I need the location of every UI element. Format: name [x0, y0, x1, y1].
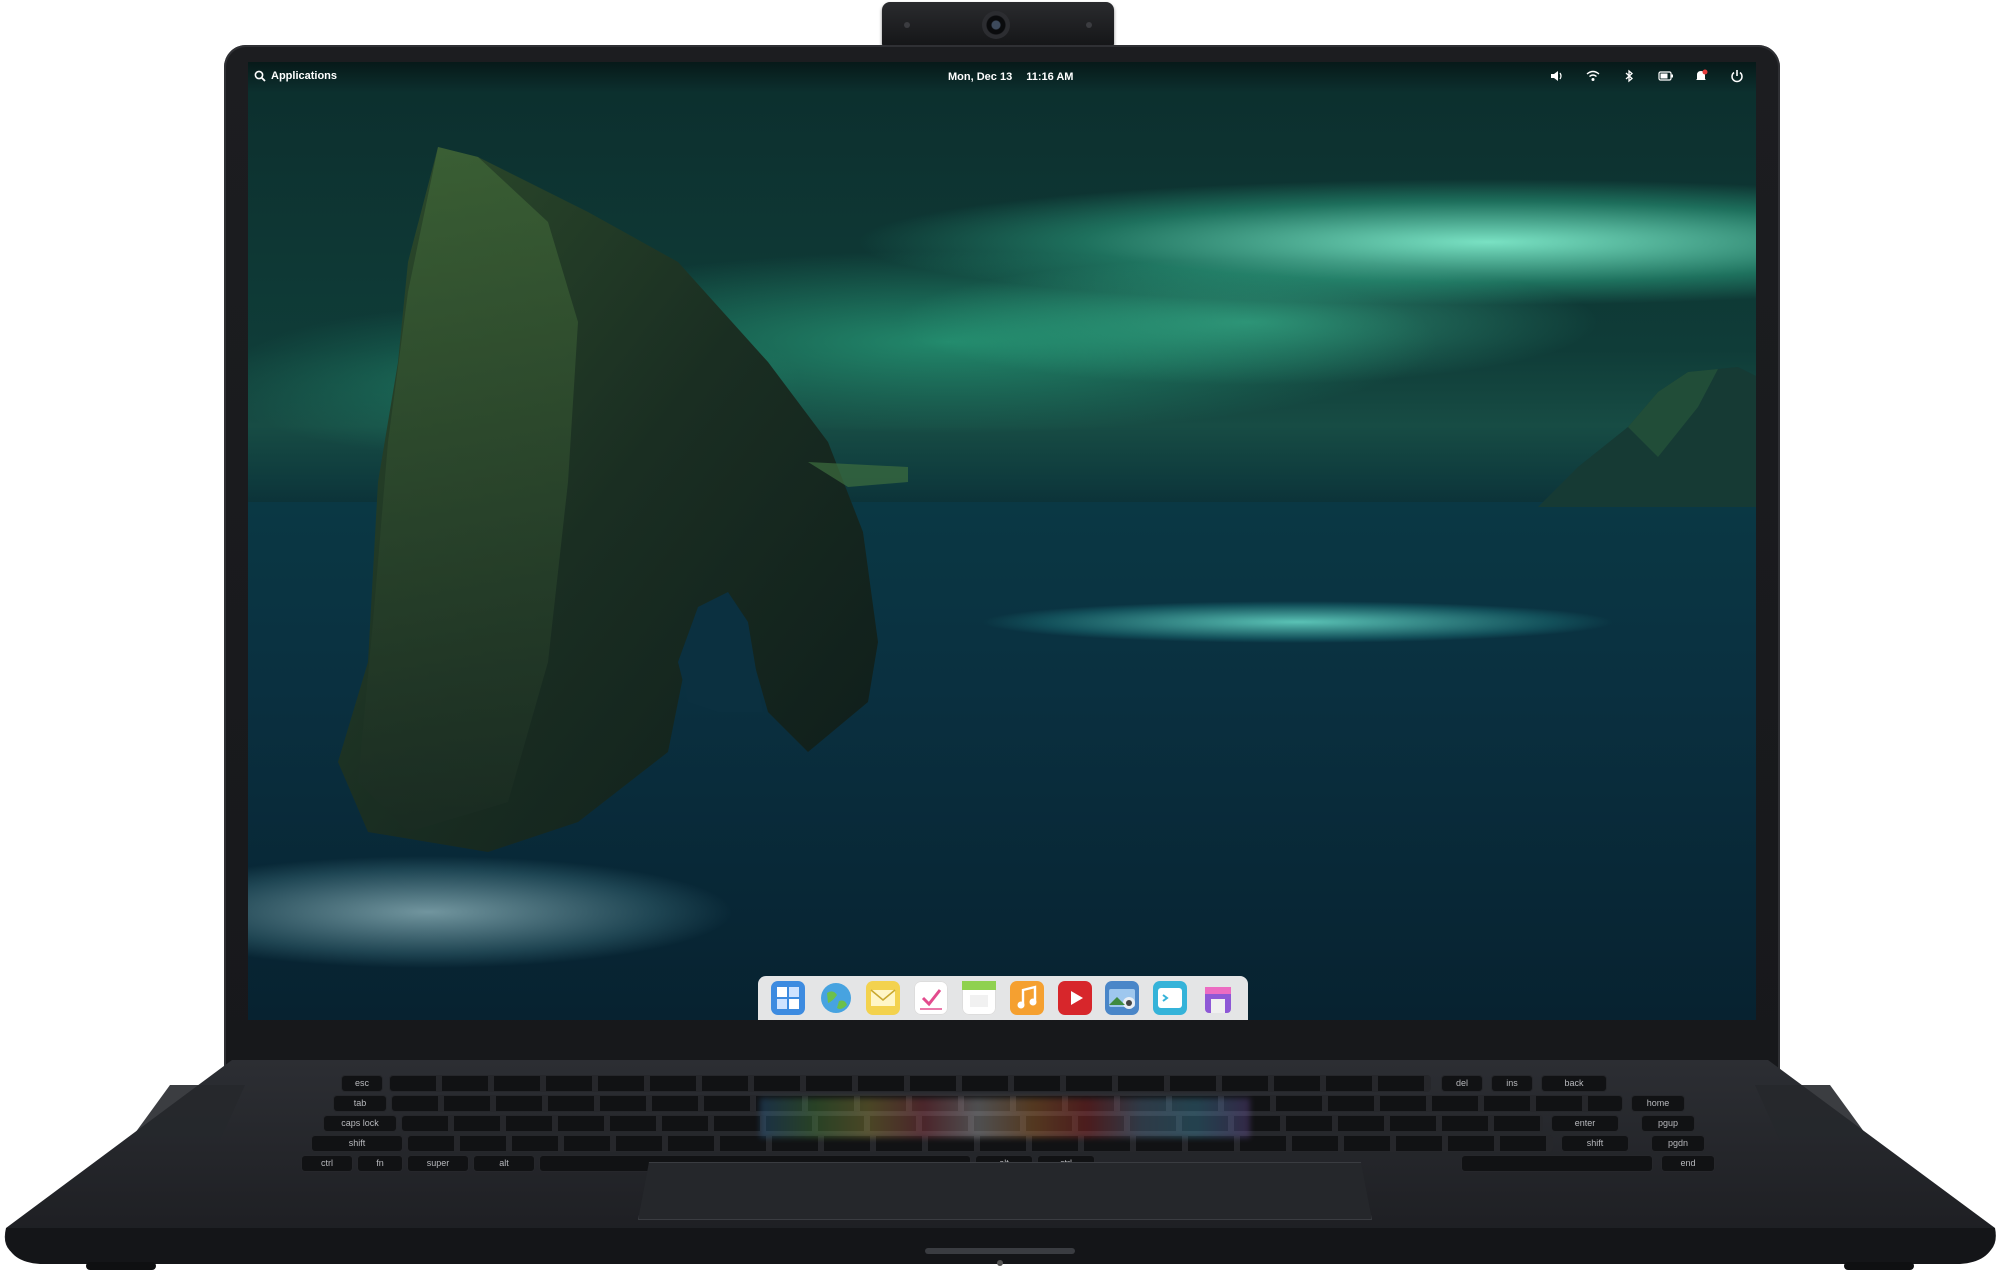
bluetooth-icon[interactable]: [1622, 69, 1636, 83]
screen-reflection: [760, 1098, 1250, 1138]
key-pgdn[interactable]: pgdn: [1652, 1136, 1704, 1151]
key-enter[interactable]: enter: [1552, 1116, 1618, 1131]
key-ctrl-left[interactable]: ctrl: [302, 1156, 352, 1171]
key-shift-left[interactable]: shift: [312, 1136, 402, 1151]
terminal-icon[interactable]: [1153, 981, 1188, 1015]
tasks-icon[interactable]: [914, 981, 949, 1015]
key-caps-lock[interactable]: caps lock: [324, 1116, 396, 1131]
battery-icon[interactable]: [1658, 69, 1673, 83]
key-backspace[interactable]: back: [1542, 1076, 1606, 1091]
calendar-icon[interactable]: [962, 981, 997, 1015]
key-row-bottom[interactable]: [408, 1136, 1552, 1151]
key-alt-left[interactable]: alt: [474, 1156, 534, 1171]
photos-icon[interactable]: [1105, 981, 1140, 1015]
applications-menu[interactable]: Applications: [254, 70, 337, 82]
key-home[interactable]: home: [1632, 1096, 1684, 1111]
desktop-screen: Applications Mon, Dec 13 11:16 AM: [248, 62, 1756, 1020]
dock: [758, 976, 1248, 1020]
music-icon[interactable]: [1009, 981, 1044, 1015]
wifi-icon[interactable]: [1586, 69, 1600, 83]
key-row-number[interactable]: [390, 1076, 1430, 1091]
volume-icon[interactable]: [1550, 69, 1564, 83]
date-label: Mon, Dec 13: [948, 71, 1013, 83]
multitasking-view-icon[interactable]: [770, 981, 805, 1015]
notifications-icon[interactable]: [1694, 69, 1708, 83]
key-del[interactable]: del: [1442, 1076, 1482, 1091]
webcam: [882, 2, 1114, 48]
key-ins[interactable]: ins: [1492, 1076, 1532, 1091]
key-arrows[interactable]: [1462, 1156, 1652, 1171]
wallpaper-sea-stack: [338, 147, 908, 852]
search-icon: [254, 70, 266, 82]
webcam-led-left: [904, 22, 910, 28]
webcam-led-right: [1086, 22, 1092, 28]
trackpad[interactable]: [638, 1162, 1372, 1220]
web-browser-icon[interactable]: [819, 981, 853, 1015]
key-fn[interactable]: fn: [358, 1156, 402, 1171]
power-icon[interactable]: [1730, 69, 1744, 83]
top-panel: Applications Mon, Dec 13 11:16 AM: [248, 62, 1756, 92]
laptop-chin: [918, 1036, 1048, 1052]
key-pgup[interactable]: pgup: [1642, 1116, 1694, 1131]
videos-icon[interactable]: [1057, 981, 1092, 1015]
webcam-lens: [982, 11, 1010, 39]
key-esc[interactable]: esc: [342, 1076, 382, 1091]
mail-icon[interactable]: [866, 981, 901, 1015]
time-label: 11:16 AM: [1026, 71, 1074, 83]
datetime-indicator[interactable]: Mon, Dec 13 11:16 AM: [948, 71, 1073, 83]
key-super[interactable]: super: [408, 1156, 468, 1171]
appcenter-icon[interactable]: [1201, 981, 1235, 1015]
system-tray: [1550, 69, 1744, 83]
key-tab[interactable]: tab: [334, 1096, 386, 1111]
key-end[interactable]: end: [1662, 1156, 1714, 1171]
key-shift-right[interactable]: shift: [1562, 1136, 1628, 1151]
applications-label: Applications: [271, 70, 338, 82]
